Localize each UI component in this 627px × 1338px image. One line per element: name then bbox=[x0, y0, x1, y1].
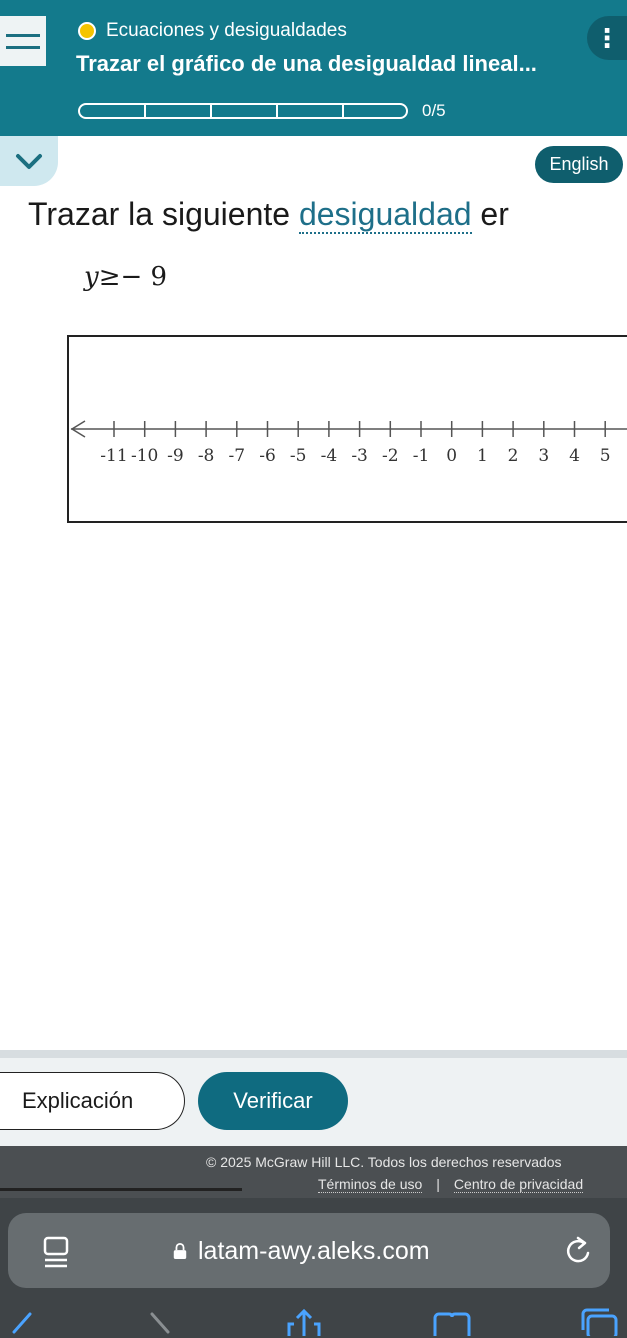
inequality-operator: ≥ bbox=[98, 262, 121, 292]
number-line-tick-label: 3 bbox=[538, 446, 549, 466]
inequality-expression: y≥− 9 bbox=[84, 262, 167, 292]
number-line-tick-label: -8 bbox=[198, 446, 215, 466]
number-line-tick-label: -7 bbox=[229, 446, 246, 466]
number-line-tick-label: 2 bbox=[508, 446, 519, 466]
number-line-ticks: -11-10-9-8-7-6-5-4-3-2-10123456 bbox=[100, 421, 611, 466]
inequality-variable: y bbox=[84, 262, 99, 292]
topic-row: Ecuaciones y desigualdades bbox=[78, 20, 347, 42]
menu-button[interactable] bbox=[0, 16, 46, 66]
footer-links: Términos de uso | Centro de privacidad bbox=[318, 1176, 584, 1193]
tabs-icon[interactable] bbox=[580, 1308, 620, 1336]
browser-chrome: latam-awy.aleks.com bbox=[0, 1198, 627, 1338]
privacy-link[interactable]: Centro de privacidad bbox=[453, 1176, 584, 1193]
inequality-value: − 9 bbox=[120, 262, 168, 292]
chevron-down-icon bbox=[16, 154, 42, 169]
copyright-footer: © 2025 McGraw Hill LLC. Todos los derech… bbox=[0, 1146, 627, 1198]
number-line-tick-label: 0 bbox=[446, 446, 457, 466]
number-line-tick-label: 1 bbox=[477, 446, 488, 466]
number-line-tick-label: 5 bbox=[600, 446, 611, 466]
number-line-tick-label: -6 bbox=[259, 446, 276, 466]
number-line-svg[interactable]: -11-10-9-8-7-6-5-4-3-2-10123456 bbox=[69, 337, 627, 525]
collapse-header-button[interactable] bbox=[0, 136, 58, 186]
topic-name: Ecuaciones y desigualdades bbox=[106, 20, 347, 41]
explanation-button[interactable]: Explicación bbox=[0, 1072, 185, 1130]
instruction-text: Trazar la siguiente desigualdad er bbox=[28, 196, 509, 234]
share-icon[interactable] bbox=[286, 1308, 322, 1336]
page-title: Trazar el gráfico de una desigualdad lin… bbox=[76, 51, 537, 76]
url-text[interactable]: latam-awy.aleks.com bbox=[198, 1237, 430, 1266]
number-line-tick-label: -11 bbox=[100, 446, 127, 466]
app-header: Ecuaciones y desigualdades Trazar el grá… bbox=[0, 0, 627, 136]
forward-icon[interactable] bbox=[148, 1312, 172, 1338]
address-bar[interactable]: latam-awy.aleks.com bbox=[8, 1213, 610, 1288]
number-line-tick-label: -1 bbox=[413, 446, 430, 466]
progress-segment bbox=[342, 103, 408, 119]
hamburger-icon bbox=[6, 33, 40, 37]
topic-status-dot-icon bbox=[78, 22, 96, 40]
number-line-tick-label: -10 bbox=[131, 446, 158, 466]
tab-overview-icon[interactable] bbox=[42, 1235, 70, 1269]
instruction-suffix: er bbox=[471, 196, 509, 232]
footer-separator: | bbox=[436, 1176, 440, 1192]
number-line-tick-label: -4 bbox=[321, 446, 338, 466]
number-line-tick-label: -5 bbox=[290, 446, 307, 466]
lock-icon bbox=[173, 1243, 187, 1259]
number-line-tick-label: 4 bbox=[569, 446, 580, 466]
bookmarks-icon[interactable] bbox=[432, 1312, 472, 1336]
number-line-graph[interactable]: -11-10-9-8-7-6-5-4-3-2-10123456 bbox=[67, 335, 627, 523]
back-icon[interactable] bbox=[0, 1312, 40, 1338]
more-options-button[interactable]: ⋮ bbox=[587, 16, 627, 60]
verify-button[interactable]: Verificar bbox=[198, 1072, 348, 1130]
reload-icon[interactable] bbox=[564, 1235, 594, 1267]
divider bbox=[0, 1050, 627, 1058]
language-button[interactable]: English bbox=[535, 146, 623, 183]
number-line-tick-label: -2 bbox=[382, 446, 399, 466]
number-line-tick-label: -3 bbox=[351, 446, 368, 466]
vertical-dots-icon: ⋮ bbox=[594, 23, 620, 53]
number-line-tick-label: -9 bbox=[167, 446, 184, 466]
instruction-prefix: Trazar la siguiente bbox=[28, 196, 299, 232]
terms-link[interactable]: Términos de uso bbox=[318, 1176, 423, 1193]
progress-count: 0/5 bbox=[422, 101, 446, 120]
copyright-text: © 2025 McGraw Hill LLC. Todos los derech… bbox=[206, 1154, 562, 1170]
hamburger-icon bbox=[6, 45, 40, 49]
footer-bar bbox=[0, 1188, 242, 1191]
progress-segment bbox=[210, 103, 276, 119]
glossary-link[interactable]: desigualdad bbox=[298, 196, 472, 234]
progress-segment bbox=[144, 103, 210, 119]
progress-indicator: 0/5 bbox=[78, 101, 446, 121]
progress-segment bbox=[78, 103, 144, 119]
progress-segment bbox=[276, 103, 342, 119]
